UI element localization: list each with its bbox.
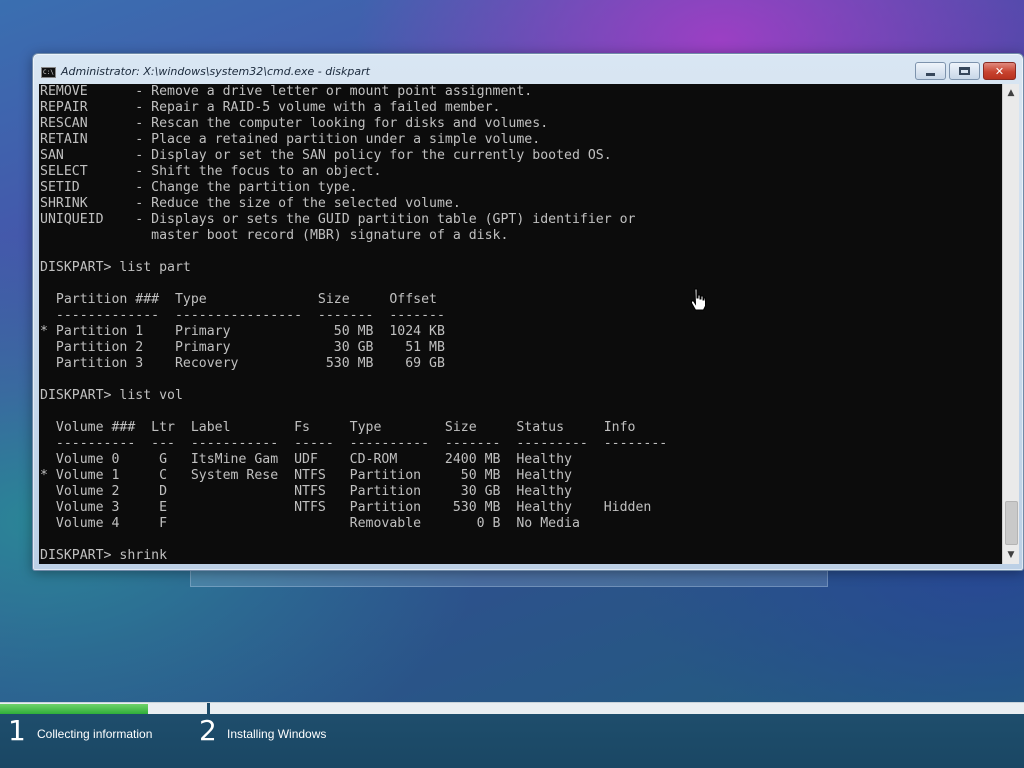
background-window-edge: [190, 569, 828, 587]
setup-footer: 1 Collecting information 2 Installing Wi…: [0, 702, 1024, 768]
console-line: Partition ### Type Size Offset: [40, 292, 437, 307]
console-line: RESCAN - Rescan the computer looking for…: [40, 116, 549, 131]
console-line: SAN - Display or set the SAN policy for …: [40, 148, 612, 163]
console-line: Volume ### Ltr Label Fs Type Size Status…: [40, 420, 636, 435]
console-line: master boot record (MBR) signature of a …: [40, 228, 509, 243]
close-icon: ✕: [994, 64, 1005, 78]
console-text: REMOVE - Remove a drive letter or mount …: [39, 84, 1002, 564]
console-line: * Partition 1 Primary 50 MB 1024 KB: [40, 324, 445, 339]
cmd-icon: C:\: [41, 67, 56, 78]
console-line: Volume 3 E NTFS Partition 530 MB Healthy…: [40, 500, 652, 515]
console-line: * Volume 1 C System Rese NTFS Partition …: [40, 468, 572, 483]
console-line: Volume 0 G ItsMine Gam UDF CD-ROM 2400 M…: [40, 452, 572, 467]
step-number: 2: [199, 714, 217, 747]
maximize-icon: [959, 67, 970, 75]
console-line: REPAIR - Repair a RAID-5 volume with a f…: [40, 100, 501, 115]
console-line: UNIQUEID - Displays or sets the GUID par…: [40, 212, 636, 227]
console-line: SHRINK - Reduce the size of the selected…: [40, 196, 461, 211]
console-scrollbar[interactable]: ▲ ▼: [1002, 84, 1019, 564]
console-line: Partition 3 Recovery 530 MB 69 GB: [40, 356, 445, 371]
window-controls: ✕: [912, 62, 1016, 80]
step-number: 1: [8, 714, 26, 747]
console-line: ---------- --- ----------- ----- -------…: [40, 436, 668, 451]
step-label: Collecting information: [37, 727, 153, 741]
minimize-button[interactable]: [915, 62, 946, 80]
maximize-button[interactable]: [949, 62, 980, 80]
console-line: Partition 2 Primary 30 GB 51 MB: [40, 340, 445, 355]
scrollbar-thumb[interactable]: [1005, 501, 1018, 545]
console-output[interactable]: REMOVE - Remove a drive letter or mount …: [39, 84, 1002, 564]
console-line: RETAIN - Place a retained partition unde…: [40, 132, 541, 147]
cmd-window[interactable]: C:\ Administrator: X:\windows\system32\c…: [32, 53, 1024, 571]
setup-progress-bar: [0, 702, 1024, 715]
progress-fill: [0, 704, 149, 714]
console-line: DISKPART> shrink: [40, 548, 168, 563]
console-line: SELECT - Shift the focus to an object.: [40, 164, 382, 179]
console-line: Volume 2 D NTFS Partition 30 GB Healthy: [40, 484, 572, 499]
step-label: Installing Windows: [227, 727, 327, 741]
close-button[interactable]: ✕: [983, 62, 1016, 80]
window-title: Administrator: X:\windows\system32\cmd.e…: [61, 65, 370, 78]
hand-pointer-icon: [691, 288, 706, 311]
scroll-up-arrow-icon[interactable]: ▲: [1003, 85, 1019, 101]
scroll-down-arrow-icon[interactable]: ▼: [1003, 547, 1019, 563]
console-line: DISKPART> list part: [40, 260, 191, 275]
minimize-icon: [926, 72, 935, 76]
console-line: ------------- ---------------- ------- -…: [40, 308, 445, 323]
console-line: DISKPART> list vol: [40, 388, 183, 403]
window-titlebar[interactable]: C:\ Administrator: X:\windows\system32\c…: [33, 54, 1023, 84]
console-line: Volume 4 F Removable 0 B No Media: [40, 516, 580, 531]
console-line: SETID - Change the partition type.: [40, 180, 358, 195]
console-line: REMOVE - Remove a drive letter or mount …: [40, 84, 533, 99]
